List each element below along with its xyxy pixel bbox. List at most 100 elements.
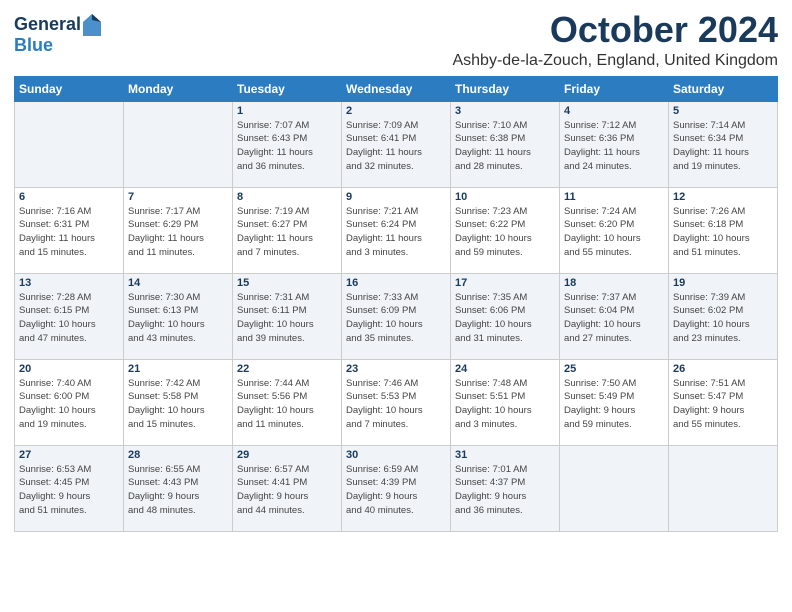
day-number: 2 xyxy=(346,105,446,117)
day-info: Sunrise: 7:01 AM Sunset: 4:37 PM Dayligh… xyxy=(455,463,555,518)
calendar-cell: 21 Sunrise: 7:42 AM Sunset: 5:58 PM Dayli… xyxy=(124,359,233,445)
calendar-cell: 7Sunrise: 7:17 AM Sunset: 6:29 PM Daylig… xyxy=(124,187,233,273)
day-number: 15 xyxy=(237,277,337,289)
day-info: Sunrise: 7:46 AM Sunset: 5:53 PM Dayligh… xyxy=(346,377,446,432)
day-info: Sunrise: 7:40 AM Sunset: 6:00 PM Dayligh… xyxy=(19,377,119,432)
calendar-cell: 24 Sunrise: 7:48 AM Sunset: 5:51 PM Dayli… xyxy=(451,359,560,445)
col-saturday: Saturday xyxy=(669,76,778,101)
col-sunday: Sunday xyxy=(15,76,124,101)
day-info: Sunrise: 6:55 AM Sunset: 4:43 PM Dayligh… xyxy=(128,463,228,518)
day-number: 24 xyxy=(455,363,555,375)
calendar-cell: 9 Sunrise: 7:21 AM Sunset: 6:24 PM Daylig… xyxy=(342,187,451,273)
calendar-cell: 15 Sunrise: 7:31 AM Sunset: 6:11 PM Dayli… xyxy=(233,273,342,359)
calendar-cell: 16Sunrise: 7:33 AM Sunset: 6:09 PM Dayli… xyxy=(342,273,451,359)
day-number: 10 xyxy=(455,191,555,203)
day-number: 14 xyxy=(128,277,228,289)
day-info: Sunrise: 7:33 AM Sunset: 6:09 PM Dayligh… xyxy=(346,291,446,346)
calendar-cell: 8Sunrise: 7:19 AM Sunset: 6:27 PM Daylig… xyxy=(233,187,342,273)
day-info: Sunrise: 7:24 AM Sunset: 6:20 PM Dayligh… xyxy=(564,205,664,260)
day-number: 30 xyxy=(346,449,446,461)
calendar-cell: 17 Sunrise: 7:35 AM Sunset: 6:06 PM Dayli… xyxy=(451,273,560,359)
calendar-cell: 28 Sunrise: 6:55 AM Sunset: 4:43 PM Dayli… xyxy=(124,445,233,531)
week-row-1: 1 Sunrise: 7:07 AM Sunset: 6:43 PM Daylig… xyxy=(15,101,778,187)
day-number: 1 xyxy=(237,105,337,117)
logo-text-general: General xyxy=(14,15,81,35)
calendar-cell: 12 Sunrise: 7:26 AM Sunset: 6:18 PM Dayli… xyxy=(669,187,778,273)
day-info: Sunrise: 6:57 AM Sunset: 4:41 PM Dayligh… xyxy=(237,463,337,518)
day-number: 9 xyxy=(346,191,446,203)
day-info: Sunrise: 7:48 AM Sunset: 5:51 PM Dayligh… xyxy=(455,377,555,432)
calendar-cell: 30 Sunrise: 6:59 AM Sunset: 4:39 PM Dayli… xyxy=(342,445,451,531)
day-number: 21 xyxy=(128,363,228,375)
logo-icon xyxy=(83,14,101,36)
day-info: Sunrise: 7:07 AM Sunset: 6:43 PM Dayligh… xyxy=(237,119,337,174)
day-number: 31 xyxy=(455,449,555,461)
col-monday: Monday xyxy=(124,76,233,101)
calendar-cell: 1 Sunrise: 7:07 AM Sunset: 6:43 PM Daylig… xyxy=(233,101,342,187)
calendar-cell xyxy=(560,445,669,531)
day-number: 5 xyxy=(673,105,773,117)
day-number: 20 xyxy=(19,363,119,375)
day-info: Sunrise: 7:26 AM Sunset: 6:18 PM Dayligh… xyxy=(673,205,773,260)
day-number: 28 xyxy=(128,449,228,461)
calendar-cell xyxy=(15,101,124,187)
calendar-cell: 6Sunrise: 7:16 AM Sunset: 6:31 PM Daylig… xyxy=(15,187,124,273)
day-info: Sunrise: 7:23 AM Sunset: 6:22 PM Dayligh… xyxy=(455,205,555,260)
calendar-cell: 25Sunrise: 7:50 AM Sunset: 5:49 PM Dayli… xyxy=(560,359,669,445)
week-row-2: 6Sunrise: 7:16 AM Sunset: 6:31 PM Daylig… xyxy=(15,187,778,273)
day-number: 19 xyxy=(673,277,773,289)
week-row-4: 20 Sunrise: 7:40 AM Sunset: 6:00 PM Dayli… xyxy=(15,359,778,445)
col-thursday: Thursday xyxy=(451,76,560,101)
calendar-cell: 13 Sunrise: 7:28 AM Sunset: 6:15 PM Dayli… xyxy=(15,273,124,359)
calendar-cell: 4Sunrise: 7:12 AM Sunset: 6:36 PM Daylig… xyxy=(560,101,669,187)
logo: General Blue xyxy=(14,14,101,56)
week-row-3: 13 Sunrise: 7:28 AM Sunset: 6:15 PM Dayli… xyxy=(15,273,778,359)
day-number: 7 xyxy=(128,191,228,203)
day-number: 17 xyxy=(455,277,555,289)
day-info: Sunrise: 7:37 AM Sunset: 6:04 PM Dayligh… xyxy=(564,291,664,346)
col-wednesday: Wednesday xyxy=(342,76,451,101)
day-number: 4 xyxy=(564,105,664,117)
calendar-cell: 27Sunrise: 6:53 AM Sunset: 4:45 PM Dayli… xyxy=(15,445,124,531)
calendar-cell: 29Sunrise: 6:57 AM Sunset: 4:41 PM Dayli… xyxy=(233,445,342,531)
day-number: 12 xyxy=(673,191,773,203)
calendar-cell xyxy=(669,445,778,531)
day-info: Sunrise: 7:42 AM Sunset: 5:58 PM Dayligh… xyxy=(128,377,228,432)
week-row-5: 27Sunrise: 6:53 AM Sunset: 4:45 PM Dayli… xyxy=(15,445,778,531)
calendar-cell: 19 Sunrise: 7:39 AM Sunset: 6:02 PM Dayli… xyxy=(669,273,778,359)
header: General Blue October 2024 Ashby-de-la-Zo… xyxy=(14,10,778,70)
calendar-cell: 26Sunrise: 7:51 AM Sunset: 5:47 PM Dayli… xyxy=(669,359,778,445)
main-container: General Blue October 2024 Ashby-de-la-Zo… xyxy=(0,0,792,540)
day-number: 26 xyxy=(673,363,773,375)
day-info: Sunrise: 7:35 AM Sunset: 6:06 PM Dayligh… xyxy=(455,291,555,346)
day-info: Sunrise: 7:31 AM Sunset: 6:11 PM Dayligh… xyxy=(237,291,337,346)
day-info: Sunrise: 7:39 AM Sunset: 6:02 PM Dayligh… xyxy=(673,291,773,346)
location-subtitle: Ashby-de-la-Zouch, England, United Kingd… xyxy=(452,52,778,70)
day-number: 22 xyxy=(237,363,337,375)
col-tuesday: Tuesday xyxy=(233,76,342,101)
day-number: 3 xyxy=(455,105,555,117)
day-number: 11 xyxy=(564,191,664,203)
calendar-cell: 18Sunrise: 7:37 AM Sunset: 6:04 PM Dayli… xyxy=(560,273,669,359)
calendar-cell: 3Sunrise: 7:10 AM Sunset: 6:38 PM Daylig… xyxy=(451,101,560,187)
calendar-cell: 31 Sunrise: 7:01 AM Sunset: 4:37 PM Dayli… xyxy=(451,445,560,531)
calendar-cell: 23Sunrise: 7:46 AM Sunset: 5:53 PM Dayli… xyxy=(342,359,451,445)
calendar-cell: 10 Sunrise: 7:23 AM Sunset: 6:22 PM Dayli… xyxy=(451,187,560,273)
day-info: Sunrise: 7:28 AM Sunset: 6:15 PM Dayligh… xyxy=(19,291,119,346)
day-number: 6 xyxy=(19,191,119,203)
day-number: 13 xyxy=(19,277,119,289)
day-info: Sunrise: 7:14 AM Sunset: 6:34 PM Dayligh… xyxy=(673,119,773,174)
day-info: Sunrise: 7:44 AM Sunset: 5:56 PM Dayligh… xyxy=(237,377,337,432)
title-section: October 2024 Ashby-de-la-Zouch, England,… xyxy=(452,10,778,70)
day-number: 25 xyxy=(564,363,664,375)
calendar-cell xyxy=(124,101,233,187)
month-title: October 2024 xyxy=(452,10,778,50)
calendar-cell: 11 Sunrise: 7:24 AM Sunset: 6:20 PM Dayli… xyxy=(560,187,669,273)
day-info: Sunrise: 7:21 AM Sunset: 6:24 PM Dayligh… xyxy=(346,205,446,260)
day-info: Sunrise: 6:59 AM Sunset: 4:39 PM Dayligh… xyxy=(346,463,446,518)
calendar-cell: 14 Sunrise: 7:30 AM Sunset: 6:13 PM Dayli… xyxy=(124,273,233,359)
header-row: Sunday Monday Tuesday Wednesday Thursday… xyxy=(15,76,778,101)
day-info: Sunrise: 6:53 AM Sunset: 4:45 PM Dayligh… xyxy=(19,463,119,518)
day-info: Sunrise: 7:30 AM Sunset: 6:13 PM Dayligh… xyxy=(128,291,228,346)
calendar-cell: 2Sunrise: 7:09 AM Sunset: 6:41 PM Daylig… xyxy=(342,101,451,187)
